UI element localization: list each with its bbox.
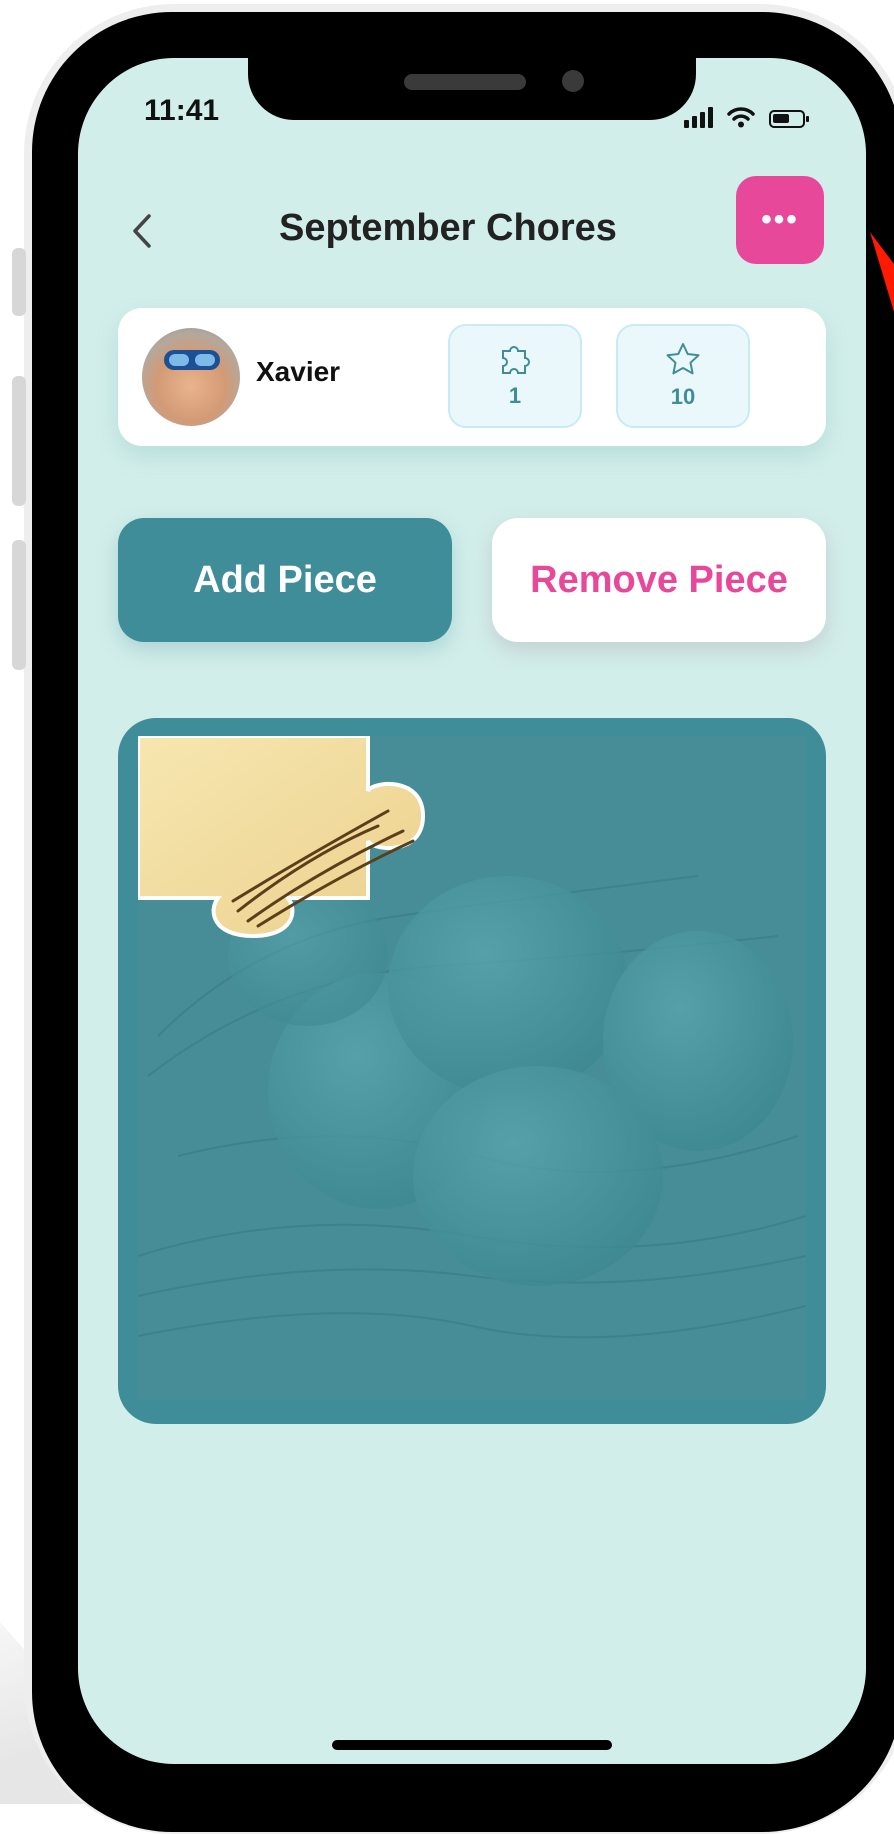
remove-piece-button[interactable]: Remove Piece: [492, 518, 826, 642]
user-name: Xavier: [256, 356, 341, 387]
page-title: September Chores: [279, 207, 617, 249]
stars-count: 10: [670, 384, 696, 409]
home-indicator: [332, 1740, 612, 1750]
back-button[interactable]: [122, 206, 162, 256]
phone-mute-switch: [12, 248, 26, 316]
puzzle-pieces-stat: 1: [448, 324, 582, 428]
wifi-icon: [727, 107, 755, 128]
puzzle-board: [118, 718, 826, 1424]
more-options-button[interactable]: •••: [736, 176, 824, 264]
app-screen: 11:41 September Chores ••• Xavier 1 10 A…: [78, 58, 866, 1764]
phone-volume-down: [12, 540, 26, 670]
puzzle-icon: [502, 346, 530, 374]
status-time: 11:41: [144, 94, 220, 127]
puzzle-image: [138, 736, 806, 1400]
puzzle-pieces-count: 1: [508, 383, 522, 408]
avatar: [142, 328, 240, 426]
front-camera: [562, 70, 584, 92]
star-icon: [666, 343, 700, 375]
user-card: Xavier 1 10: [118, 308, 826, 446]
stars-stat: 10: [616, 324, 750, 428]
phone-volume-up: [12, 376, 26, 506]
phone-notch: [248, 58, 696, 120]
speaker-grille: [404, 74, 526, 90]
add-piece-button[interactable]: Add Piece: [118, 518, 452, 642]
battery-icon: [769, 110, 809, 128]
status-icons: [684, 98, 809, 128]
signal-icon: [684, 106, 713, 128]
chevron-left-icon: [133, 214, 151, 248]
